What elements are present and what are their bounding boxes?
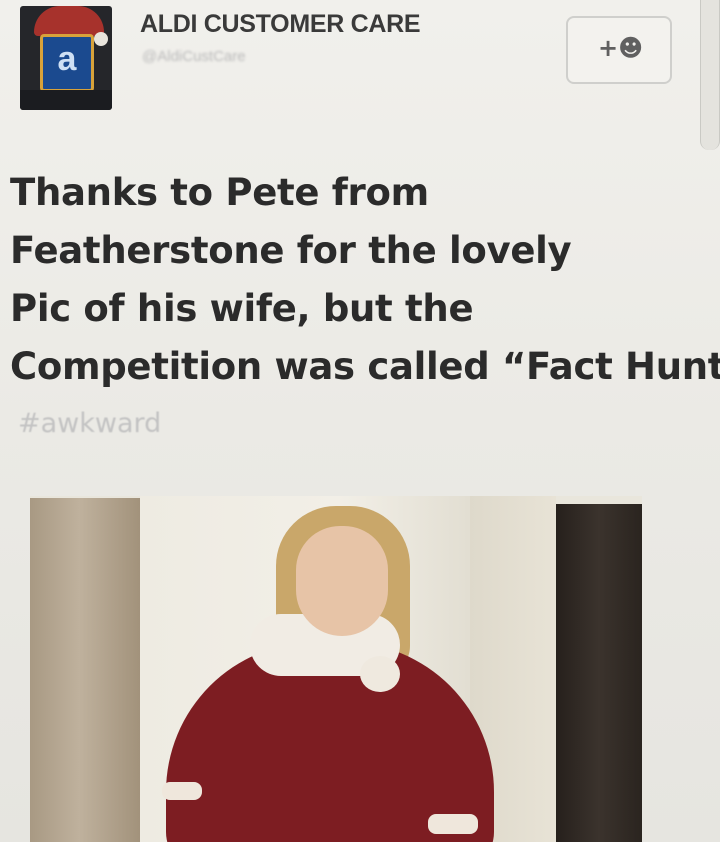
avatar-band <box>20 90 112 110</box>
person-face <box>296 526 388 636</box>
screen: a ALDI CUSTOMER CARE @AldiCustCare +☻ Th… <box>0 0 720 842</box>
tweet-line: Competition was called “Fact Hunt” <box>10 345 720 388</box>
sleeve-cuff <box>162 782 202 800</box>
sleeve-cuff <box>428 814 478 834</box>
tweet-line: Featherstone for the lovely <box>10 229 572 272</box>
tweet-photo[interactable] <box>30 496 642 842</box>
door-right <box>556 504 642 842</box>
tweet-line: Thanks to Pete from <box>10 171 429 214</box>
account-handle[interactable]: @AldiCustCare <box>142 48 246 65</box>
hat-pom <box>94 32 108 46</box>
scrollbar[interactable] <box>700 0 720 150</box>
add-person-icon: +☻ <box>598 34 644 62</box>
hashtag-link[interactable]: #awkward <box>18 408 161 439</box>
profile-avatar[interactable]: a <box>20 6 112 110</box>
door-left <box>30 498 140 842</box>
account-display-name[interactable]: ALDI CUSTOMER CARE <box>140 10 421 39</box>
logo-letter: a <box>57 40 77 78</box>
santa-hat-icon <box>34 6 104 36</box>
follow-button[interactable]: +☻ <box>566 16 672 84</box>
tweet-text: Thanks to Pete from Featherstone for the… <box>10 164 720 396</box>
tweet-line: Pic of his wife, but the <box>10 287 474 330</box>
collar-rose <box>360 656 400 692</box>
